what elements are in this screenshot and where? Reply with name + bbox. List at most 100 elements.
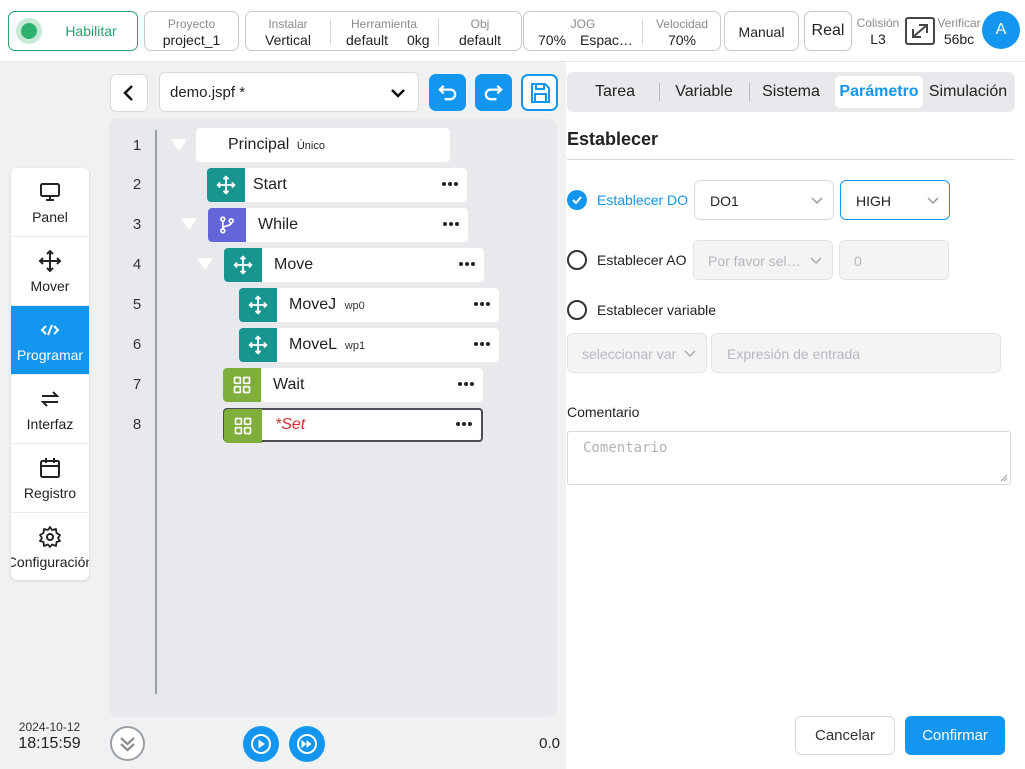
tab-system[interactable]: Sistema	[757, 76, 825, 108]
confirm-button[interactable]: Confirmar	[905, 716, 1005, 755]
set-ao-radio[interactable]	[567, 250, 587, 270]
redo-button[interactable]	[475, 74, 512, 111]
set-do-label[interactable]: Establecer DO	[597, 192, 688, 208]
ao-value: 0	[854, 253, 862, 269]
tree-node-principal[interactable]: Principal Único	[196, 128, 450, 162]
tab-simulation[interactable]: Simulación	[925, 76, 1011, 108]
file-name: demo.jspf *	[170, 84, 246, 101]
expand-icon[interactable]	[903, 15, 937, 47]
set-variable-radio[interactable]	[567, 300, 587, 320]
node-label: Principal	[228, 136, 290, 153]
collapse-toggle-icon[interactable]	[181, 218, 197, 230]
nav-label: Mover	[30, 278, 70, 294]
tree-node-set[interactable]: *Set	[223, 408, 483, 443]
collision-value[interactable]: L3	[855, 31, 901, 47]
comment-textarea[interactable]: Comentario	[567, 431, 1011, 485]
file-selector[interactable]: demo.jspf *	[159, 72, 419, 112]
nav-item-settings[interactable]: Configuración	[11, 513, 89, 580]
ao-port-select[interactable]: Por favor sel…	[693, 240, 833, 280]
tree-node-while[interactable]: While	[208, 208, 468, 242]
collapse-toggle-icon[interactable]	[197, 258, 213, 270]
save-icon	[531, 83, 550, 103]
divider	[567, 159, 1015, 160]
more-icon[interactable]	[442, 217, 460, 231]
node-label: Move	[274, 256, 314, 273]
monitor-icon	[40, 183, 60, 201]
more-icon[interactable]	[473, 297, 491, 311]
node-label: Wait	[273, 376, 305, 393]
nav-item-log[interactable]: Registro	[11, 444, 89, 513]
user-avatar[interactable]: A	[982, 11, 1020, 49]
section-title: Establecer	[567, 129, 659, 149]
gear-icon	[39, 526, 61, 548]
undo-button[interactable]	[429, 74, 466, 111]
save-button[interactable]	[521, 74, 558, 111]
do-port-select[interactable]: DO1	[694, 180, 834, 220]
mode-manual-button[interactable]: Manual	[724, 11, 799, 51]
obj-label: Obj	[470, 17, 490, 31]
more-icon[interactable]	[441, 177, 459, 191]
tree-node-movel[interactable]: MoveL wp1	[239, 328, 499, 362]
nav-item-panel[interactable]: Panel	[11, 168, 89, 237]
step-run-button[interactable]	[289, 726, 325, 762]
more-icon[interactable]	[473, 337, 491, 351]
expression-input[interactable]: Expresión de entrada	[711, 333, 1001, 373]
tab-variable[interactable]: Variable	[667, 76, 741, 108]
jog-velocity-group[interactable]: JOG 70% Espac… Velocidad 70%	[523, 11, 721, 51]
back-button[interactable]	[110, 74, 148, 112]
nav-item-move[interactable]: Mover	[11, 237, 89, 306]
move-icon	[248, 295, 268, 315]
resize-handle-icon[interactable]	[1000, 474, 1008, 482]
tool-value: default	[346, 32, 389, 48]
chevron-down-icon	[684, 350, 696, 358]
main-nav: Panel Mover Programar Interfaz Registro …	[11, 168, 89, 580]
collapse-toggle-icon[interactable]	[171, 139, 187, 151]
node-sublabel: wp0	[344, 300, 365, 312]
node-sublabel: Único	[296, 140, 325, 152]
variable-select[interactable]: seleccionar var	[567, 333, 707, 373]
ao-value-input[interactable]: 0	[839, 240, 949, 280]
line-number: 2	[132, 176, 142, 193]
tab-bar: Tarea Variable Sistema Parámetro Simulac…	[567, 72, 1015, 112]
tab-parameter[interactable]: Parámetro	[835, 76, 923, 108]
velocity-value: 70%	[667, 32, 697, 48]
enable-button[interactable]: Habilitar	[8, 11, 138, 51]
set-ao-label[interactable]: Establecer AO	[597, 252, 687, 268]
chevron-down-icon	[927, 197, 939, 205]
undo-icon	[438, 84, 457, 101]
nav-item-interface[interactable]: Interfaz	[11, 375, 89, 444]
nav-label: Registro	[23, 485, 77, 501]
set-variable-label[interactable]: Establecer variable	[597, 302, 716, 318]
do-level-select[interactable]: HIGH	[840, 180, 950, 220]
nav-item-program[interactable]: Programar	[11, 306, 89, 375]
grid-icon	[233, 376, 251, 394]
collapse-all-button[interactable]	[110, 726, 145, 761]
real-mode-button[interactable]: Real	[804, 11, 852, 51]
install-tool-obj-group[interactable]: Instalar Vertical Herramienta default 0k…	[245, 11, 522, 51]
chevron-down-icon	[811, 197, 823, 205]
project-label: Proyecto	[167, 17, 216, 31]
more-icon[interactable]	[455, 417, 473, 431]
project-selector[interactable]: Proyecto project_1	[144, 11, 239, 51]
node-label: While	[258, 216, 299, 233]
cancel-button[interactable]: Cancelar	[795, 716, 895, 755]
tree-guide-line	[155, 130, 157, 694]
velocity-label: Velocidad	[655, 17, 709, 31]
play-button[interactable]	[243, 726, 279, 762]
grid-icon	[234, 417, 252, 435]
more-icon[interactable]	[457, 377, 475, 391]
comment-placeholder: Comentario	[583, 440, 668, 456]
tree-node-start[interactable]: Start	[207, 168, 467, 202]
node-label: MoveJ	[289, 296, 337, 313]
real-label: Real	[811, 22, 845, 39]
time-text: 18:15:59	[18, 735, 81, 752]
set-do-radio[interactable]	[567, 190, 587, 210]
nav-label: Panel	[32, 209, 68, 225]
tree-node-move[interactable]: Move	[224, 248, 484, 282]
tab-task[interactable]: Tarea	[583, 76, 647, 108]
tree-node-wait[interactable]: Wait	[223, 368, 483, 402]
tree-node-movej[interactable]: MoveJ wp0	[239, 288, 499, 322]
chevron-down-circle-icon	[120, 737, 135, 752]
more-icon[interactable]	[458, 257, 476, 271]
ao-port-placeholder: Por favor sel…	[708, 253, 801, 269]
